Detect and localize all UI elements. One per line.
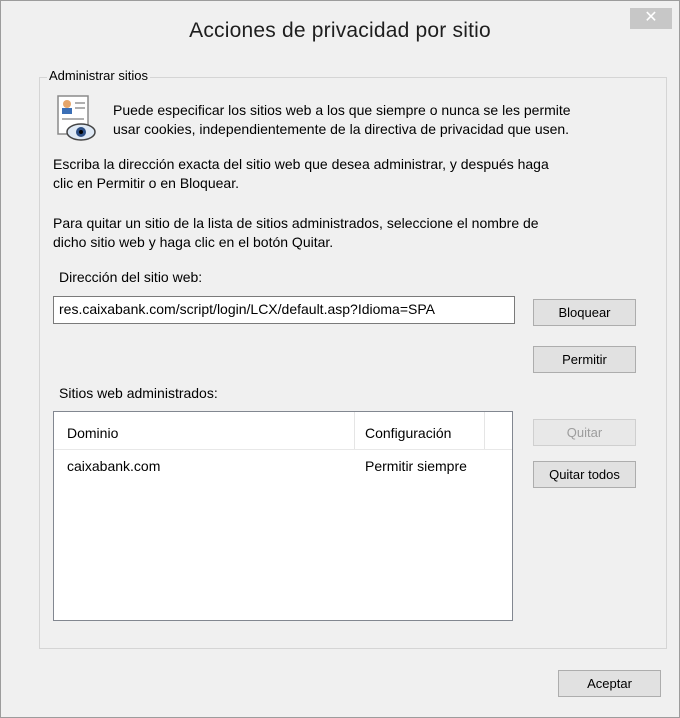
instructions-1-line-2: clic en Permitir o en Bloquear. (53, 175, 239, 191)
column-header-domain[interactable]: Dominio (67, 425, 118, 441)
group-legend: Administrar sitios (47, 68, 150, 83)
remove-all-button[interactable]: Quitar todos (533, 461, 636, 488)
column-divider[interactable] (354, 412, 355, 449)
address-input[interactable]: res.caixabank.com/script/login/LCX/defau… (53, 296, 515, 324)
ok-button[interactable]: Aceptar (558, 670, 661, 697)
close-button[interactable]: ✕ (630, 8, 672, 29)
privacy-eye-document-icon (53, 94, 99, 142)
managed-sites-label: Sitios web administrados: (59, 385, 218, 401)
instructions-2-line-2: dicho sitio web y haga clic en el botón … (53, 234, 334, 250)
intro-line-1: Puede especificar los sitios web a los q… (113, 102, 571, 118)
title-bar: Acciones de privacidad por sitio ✕ (1, 1, 679, 59)
managed-sites-list[interactable]: Dominio Configuración caixabank.com Perm… (53, 411, 513, 621)
block-button[interactable]: Bloquear (533, 299, 636, 326)
list-header: Dominio Configuración (54, 412, 512, 450)
privacy-dialog: Acciones de privacidad por sitio ✕ Admin… (0, 0, 680, 718)
allow-button[interactable]: Permitir (533, 346, 636, 373)
remove-button[interactable]: Quitar (533, 419, 636, 446)
address-label: Dirección del sitio web: (59, 269, 203, 285)
column-divider[interactable] (484, 412, 485, 449)
intro-line-2: usar cookies, independientemente de la d… (113, 121, 570, 137)
instructions-1-line-1: Escriba la dirección exacta del sitio we… (53, 156, 549, 172)
row-domain: caixabank.com (67, 458, 161, 474)
column-header-setting[interactable]: Configuración (365, 425, 451, 441)
row-setting: Permitir siempre (365, 458, 467, 474)
close-icon: ✕ (644, 9, 658, 26)
instructions-2-line-1: Para quitar un sitio de la lista de siti… (53, 215, 539, 231)
dialog-title: Acciones de privacidad por sitio (189, 19, 491, 42)
